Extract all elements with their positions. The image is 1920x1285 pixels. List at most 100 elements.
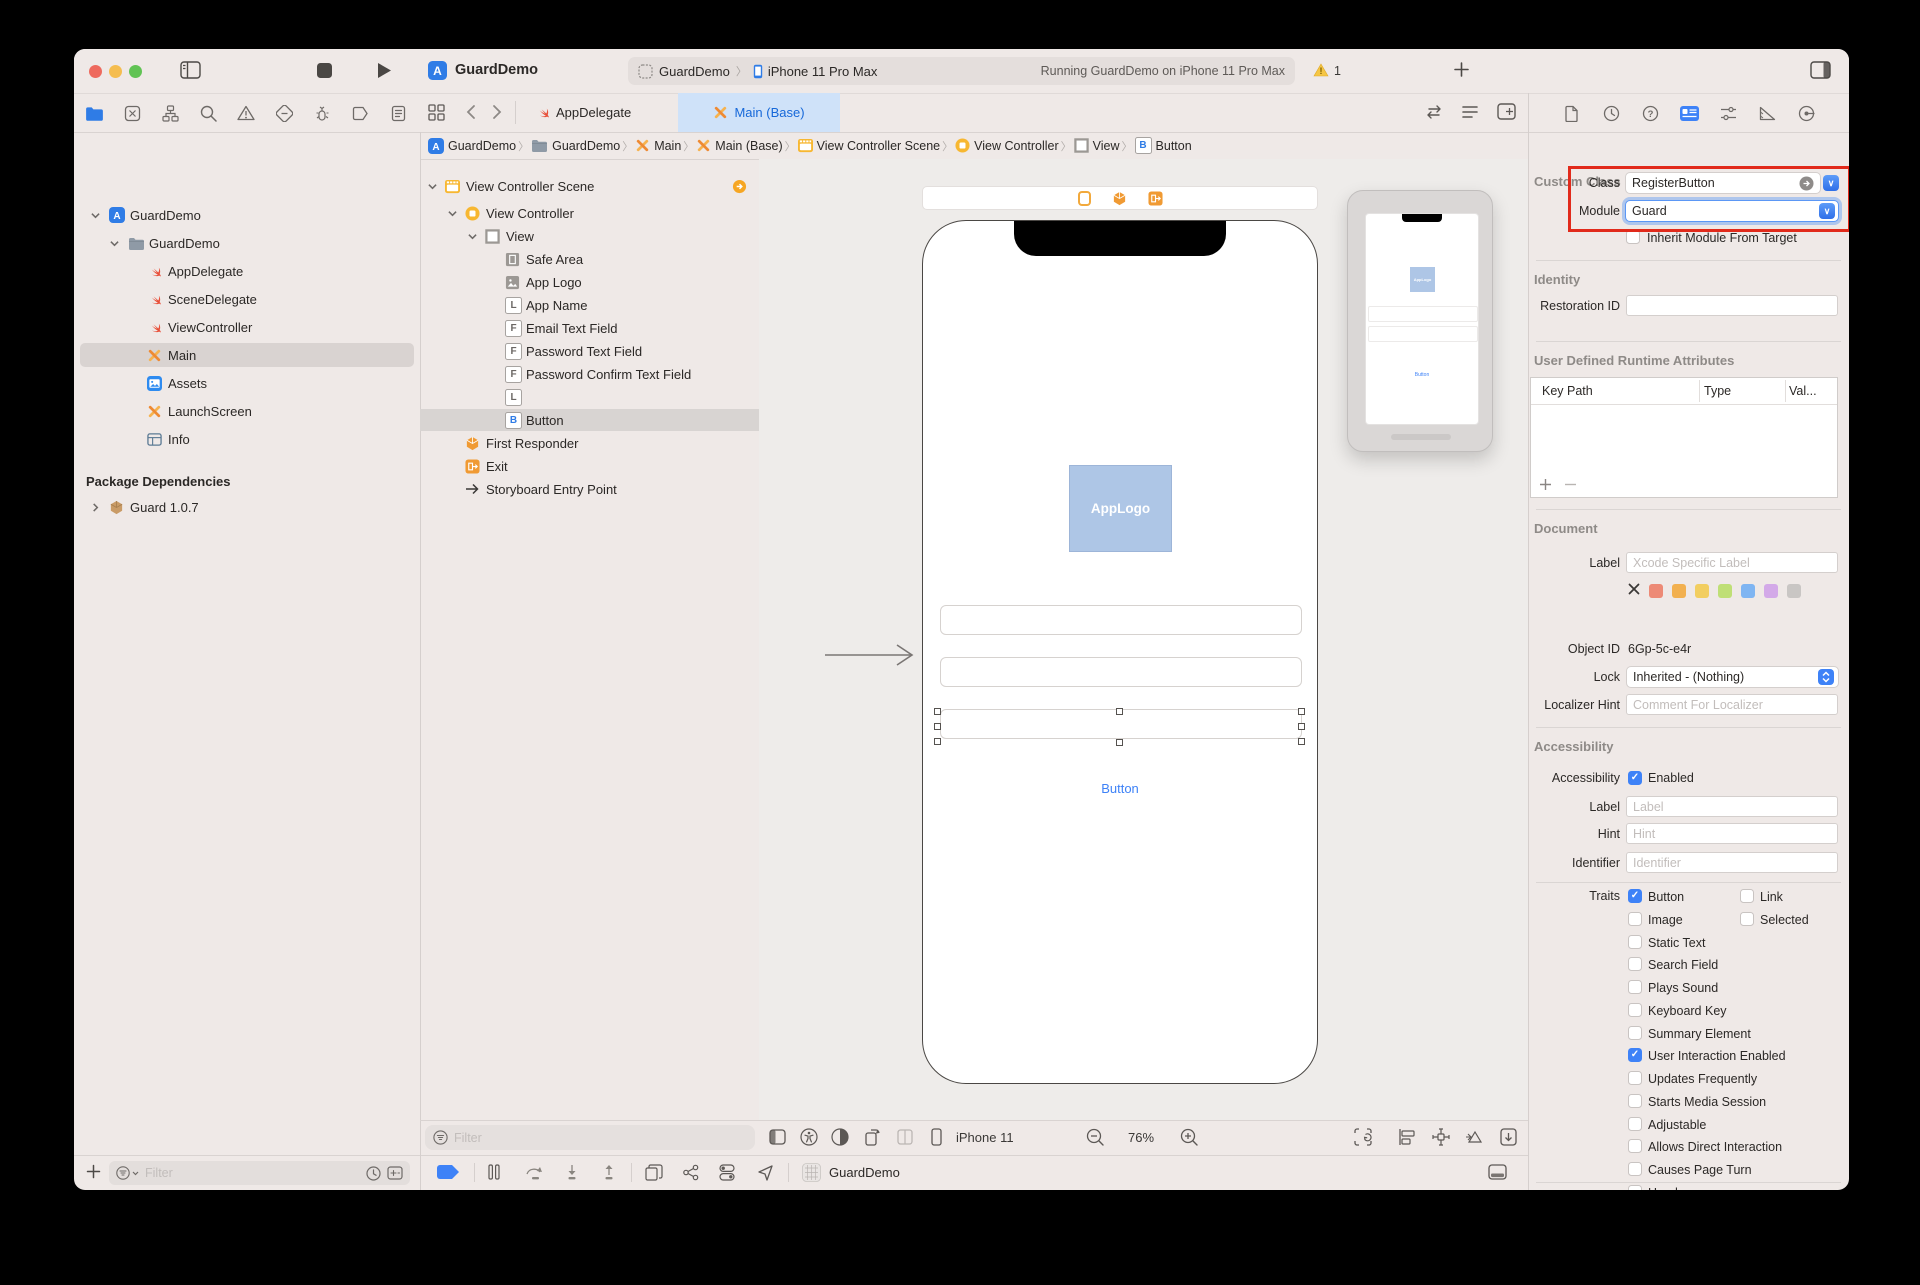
inherit-module-checkbox[interactable]	[1626, 230, 1640, 244]
scan-region-icon[interactable]	[1354, 1128, 1372, 1146]
add-button[interactable]	[1453, 61, 1470, 78]
device-screen[interactable]: AppLogo Button	[922, 220, 1318, 1084]
view-hierarchy-icon[interactable]	[645, 1164, 663, 1181]
outline-row-view-controller[interactable]: View Controller	[420, 202, 759, 224]
filter-icon[interactable]	[433, 1130, 448, 1145]
debug-app-name[interactable]: GuardDemo	[829, 1165, 900, 1180]
color-swatch[interactable]	[1741, 584, 1755, 598]
remove-attribute-icon[interactable]	[1564, 478, 1577, 491]
selection-handle[interactable]	[934, 708, 941, 715]
source-control-navigator-icon[interactable]	[122, 104, 142, 122]
add-constraints-icon[interactable]	[1432, 1128, 1450, 1146]
lock-stepper-icon[interactable]	[1818, 669, 1834, 685]
localizer-hint-field[interactable]: Comment For Localizer	[1626, 694, 1838, 715]
trait-checkbox-starts-media-session[interactable]	[1628, 1094, 1642, 1108]
color-swatch[interactable]	[1695, 584, 1709, 598]
device-name[interactable]: iPhone 11	[956, 1130, 1014, 1145]
outline-row-storyboard-entry-point[interactable]: Storyboard Entry Point	[420, 478, 759, 500]
selection-handle[interactable]	[1116, 708, 1123, 715]
navigator-row-appdelegate[interactable]: AppDelegate	[74, 259, 420, 283]
selection-handle[interactable]	[934, 723, 941, 730]
selection-handle[interactable]	[1298, 708, 1305, 715]
device-select-icon[interactable]	[931, 1128, 942, 1146]
scheme-status-capsule[interactable]: GuardDemo 〉 iPhone 11 Pro Max Running Gu…	[628, 57, 1295, 85]
storyboard-entry-arrow[interactable]	[825, 642, 917, 668]
add-file-icon[interactable]	[86, 1164, 101, 1179]
disclosure-open-icon[interactable]	[467, 232, 477, 241]
navigator-filter-field[interactable]: Filter	[109, 1161, 410, 1185]
memory-graph-icon[interactable]	[682, 1164, 700, 1181]
breadcrumb-item[interactable]: View Controller Scene	[798, 138, 940, 153]
recent-files-icon[interactable]	[366, 1166, 381, 1181]
color-swatch[interactable]	[1764, 584, 1778, 598]
color-variants-icon[interactable]	[831, 1128, 849, 1146]
test-navigator-icon[interactable]	[274, 104, 294, 122]
trait-checkbox-search-field[interactable]	[1628, 957, 1642, 971]
tab-main-base[interactable]: Main (Base)	[678, 93, 840, 132]
pause-icon[interactable]	[488, 1164, 500, 1180]
trait-checkbox-button[interactable]	[1628, 889, 1642, 903]
selection-handle[interactable]	[1298, 738, 1305, 745]
file-inspector-icon[interactable]	[1562, 104, 1582, 122]
disclosure-open-icon[interactable]	[90, 211, 100, 220]
navigator-row-viewcontroller[interactable]: ViewController	[74, 315, 420, 339]
resolve-autolayout-icon[interactable]	[1465, 1128, 1483, 1146]
color-swatch[interactable]	[1649, 584, 1663, 598]
zoom-in-icon[interactable]	[1180, 1128, 1198, 1146]
symbol-navigator-icon[interactable]	[160, 104, 180, 122]
scheme-project[interactable]: GuardDemo	[659, 64, 730, 79]
trait-checkbox-plays-sound[interactable]	[1628, 980, 1642, 994]
filter-icon[interactable]	[116, 1166, 140, 1180]
align-icon[interactable]	[1399, 1128, 1417, 1146]
restoration-id-field[interactable]	[1626, 295, 1838, 316]
trait-checkbox-adjustable[interactable]	[1628, 1117, 1642, 1131]
navigator-row-info[interactable]: Info	[74, 427, 420, 451]
size-inspector-icon[interactable]	[1757, 104, 1777, 122]
password-text-field[interactable]	[940, 657, 1302, 687]
outline-row-email-text-field[interactable]: FEmail Text Field	[420, 317, 759, 339]
swap-editor-icon[interactable]	[1425, 104, 1443, 120]
disclosure-closed-icon[interactable]	[90, 503, 100, 512]
trait-checkbox-causes-page-turn[interactable]	[1628, 1162, 1642, 1176]
navigator-row-guard-1-0-7[interactable]: Guard 1.0.7	[74, 495, 420, 519]
outline-row-view[interactable]: View	[420, 225, 759, 247]
tab-appdelegate[interactable]: AppDelegate	[535, 93, 631, 132]
clear-color-icon[interactable]	[1628, 582, 1640, 600]
history-inspector-icon[interactable]	[1601, 104, 1621, 122]
breadcrumb-item[interactable]: GuardDemo	[531, 139, 620, 153]
accessibility-label-field[interactable]: Label	[1626, 796, 1838, 817]
scheme-device[interactable]: iPhone 11 Pro Max	[768, 64, 878, 79]
disclosure-open-icon[interactable]	[427, 182, 437, 191]
breakpoints-toggle-icon[interactable]	[437, 1165, 460, 1179]
breadcrumb-item[interactable]: Main (Base)	[696, 138, 782, 153]
outline-row-first-responder[interactable]: First Responder	[420, 432, 759, 454]
disclosure-open-icon[interactable]	[109, 239, 119, 248]
disclosure-open-icon[interactable]	[447, 209, 457, 218]
exit-dock-icon[interactable]	[1148, 191, 1163, 206]
breadcrumb-item[interactable]: BButton	[1135, 137, 1192, 154]
color-swatch[interactable]	[1718, 584, 1732, 598]
editor-options-icon[interactable]	[1461, 104, 1479, 120]
navigator-row-launchscreen[interactable]: LaunchScreen	[74, 399, 420, 423]
debug-area-toggle-icon[interactable]	[1488, 1164, 1507, 1180]
outline-row-button[interactable]: BButton	[420, 409, 759, 431]
attributes-inspector-icon[interactable]	[1718, 104, 1738, 122]
navigator-row-assets[interactable]: Assets	[74, 371, 420, 395]
outline-row-safe-area[interactable]: Safe Area	[420, 248, 759, 270]
outline-toggle-icon[interactable]	[769, 1129, 786, 1145]
zoom-level[interactable]: 76%	[1119, 1130, 1163, 1145]
orientation-icon[interactable]	[863, 1128, 881, 1146]
accessibility-enabled-checkbox[interactable]	[1628, 771, 1642, 785]
trait-checkbox-selected[interactable]	[1740, 912, 1754, 926]
email-text-field[interactable]	[940, 605, 1302, 635]
outline-row-app-logo[interactable]: App Logo	[420, 271, 759, 293]
outline-row-password-confirm-text-field[interactable]: FPassword Confirm Text Field	[420, 363, 759, 385]
navigator-row-main[interactable]: Main	[74, 343, 420, 367]
find-navigator-icon[interactable]	[198, 104, 218, 122]
trait-checkbox-allows-direct-interaction[interactable]	[1628, 1139, 1642, 1153]
trait-checkbox-user-interaction-enabled[interactable]	[1628, 1048, 1642, 1062]
navigator-row-guarddemo[interactable]: AGuardDemo	[74, 203, 420, 227]
register-button[interactable]: Button	[1080, 781, 1160, 796]
back-icon[interactable]	[466, 104, 476, 120]
outline-row-app-name[interactable]: LApp Name	[420, 294, 759, 316]
